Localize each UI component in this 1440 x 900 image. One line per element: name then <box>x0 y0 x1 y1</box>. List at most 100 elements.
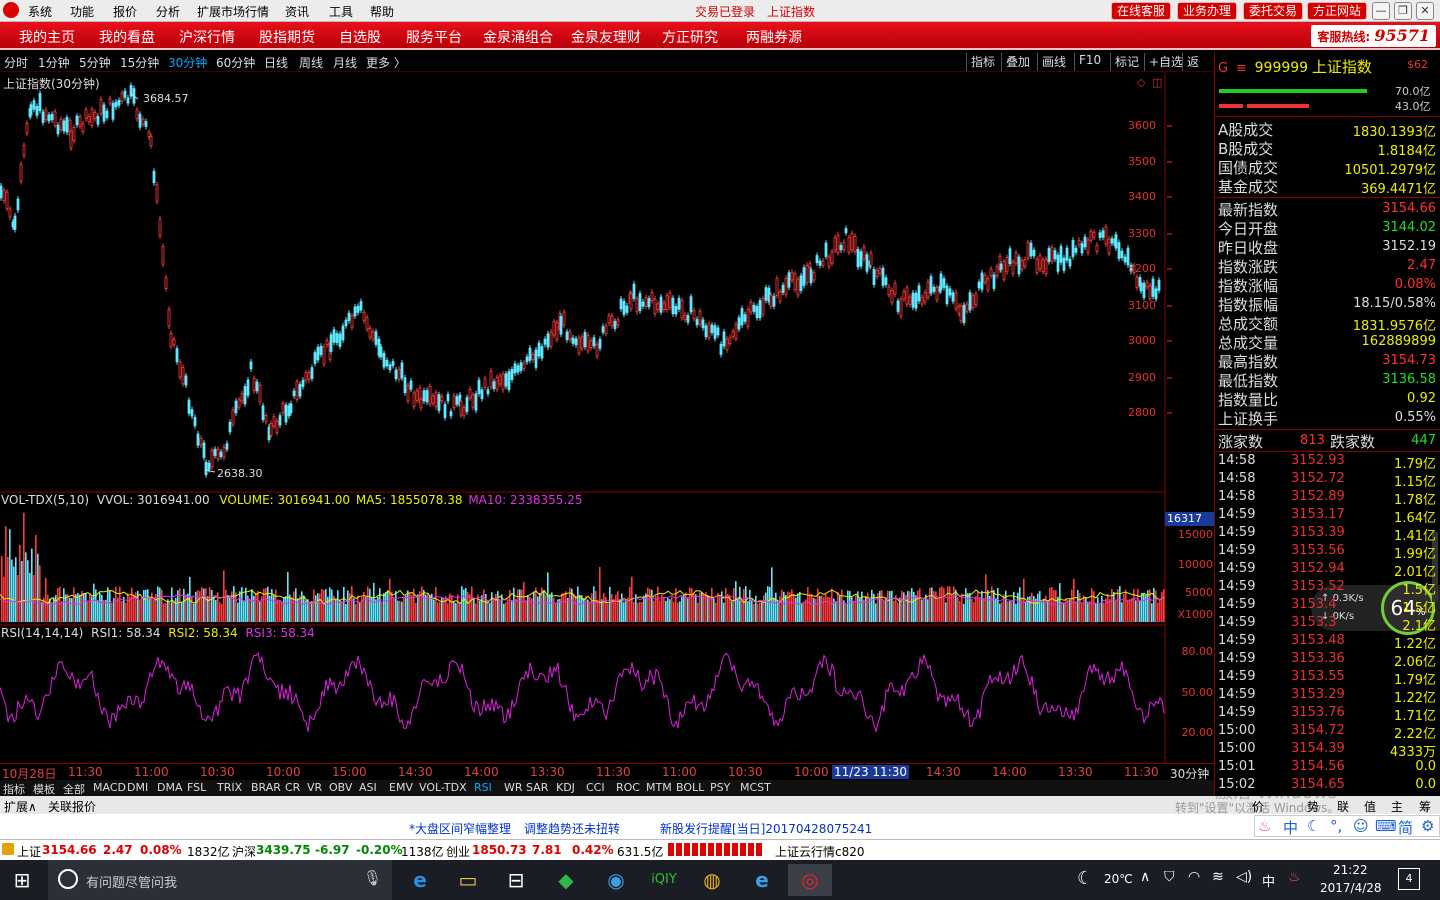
tool-f10[interactable]: F10 <box>1074 53 1105 71</box>
news-item[interactable]: 新股发行提醒[当日]20170428075241 <box>660 820 872 837</box>
diamond-icon[interactable]: ◇ <box>1137 76 1145 89</box>
indicator-tab[interactable]: 模板 <box>33 781 55 797</box>
file-explorer-icon[interactable]: ▭ <box>446 864 490 896</box>
related-quote-button[interactable]: 关联报价 <box>48 798 96 815</box>
clock-date[interactable]: 2017/4/28 <box>1320 881 1382 895</box>
sh-name[interactable]: 上证 <box>17 843 41 860</box>
notification-icon[interactable]: 4 <box>1398 868 1420 890</box>
nav-finance[interactable]: 金泉友理财 <box>571 27 641 47</box>
panel-toggle-icon[interactable]: ◫ <box>1152 76 1162 89</box>
blue-globe-icon[interactable]: ◉ <box>594 864 638 896</box>
rp-tab-main[interactable]: 主 <box>1391 798 1403 815</box>
indicator-tab[interactable]: VOL-TDX <box>419 781 467 794</box>
indicator-tab[interactable]: KDJ <box>556 781 575 794</box>
ime-sogou-icon[interactable]: ♨ <box>1288 869 1301 885</box>
nav-research[interactable]: 方正研究 <box>662 27 718 47</box>
period-week[interactable]: 周线 <box>299 54 323 71</box>
menu-lines-icon[interactable]: ≡ <box>1236 61 1247 76</box>
indicator-tab[interactable]: VR <box>307 781 322 794</box>
nav-margin[interactable]: 两融券源 <box>746 27 802 47</box>
founder-app-icon[interactable]: ◎ <box>788 864 832 896</box>
ime-moon-icon[interactable]: ☾ <box>1307 817 1320 835</box>
indicator-tab[interactable]: WR <box>504 781 523 794</box>
period-15min[interactable]: 15分钟 <box>120 54 159 71</box>
iqiyi-icon[interactable]: iQIY <box>642 864 686 896</box>
indicator-tab[interactable]: TRIX <box>217 781 242 794</box>
shield-icon[interactable]: ⛉ <box>1164 869 1175 885</box>
ime-settings-icon[interactable]: ⚙ <box>1421 817 1434 835</box>
tool-mark[interactable]: 标记 <box>1110 53 1143 71</box>
nav-watchlist[interactable]: 自选股 <box>339 27 381 47</box>
indicator-tab[interactable]: CR <box>285 781 300 794</box>
microphone-icon[interactable]: 🎙 <box>363 869 382 887</box>
cortana-search[interactable]: 有问题尽管问我 🎙 <box>48 860 392 900</box>
nav-my-board[interactable]: 我的看盘 <box>99 27 155 47</box>
period-month[interactable]: 月线 <box>333 54 357 71</box>
business-button[interactable]: 业务办理 <box>1177 2 1238 20</box>
indicator-tab[interactable]: DMI <box>127 781 148 794</box>
trade-button[interactable]: 委托交易 <box>1243 2 1304 20</box>
network-icon[interactable]: ≋ <box>1212 869 1224 885</box>
chart-area[interactable]: 上证指数(30分钟) 3684.57 2638.30 ◇ ◫ 3600 3500… <box>0 72 1214 780</box>
ime-punct-icon[interactable]: °, <box>1330 817 1342 835</box>
indicator-tab[interactable]: SAR <box>526 781 548 794</box>
indicator-tab[interactable]: PSY <box>710 781 730 794</box>
indicator-tab[interactable]: MTM <box>646 781 672 794</box>
rp-tab-price[interactable]: 价 <box>1252 798 1264 815</box>
close-icon[interactable]: ✕ <box>1416 2 1434 20</box>
wifi-icon[interactable]: ◠ <box>1188 869 1200 885</box>
rp-tab-trend[interactable]: 势 <box>1307 798 1319 815</box>
menu-function[interactable]: 功能 <box>70 3 94 20</box>
indicator-tab[interactable]: BOLL <box>676 781 704 794</box>
nav-service[interactable]: 服务平台 <box>406 27 462 47</box>
tool-draw[interactable]: 画线 <box>1037 53 1070 71</box>
ime-keyboard-icon[interactable]: ⌨ <box>1375 817 1397 835</box>
period-1min[interactable]: 1分钟 <box>38 54 70 71</box>
menu-tools[interactable]: 工具 <box>329 3 353 20</box>
ime-toolbar[interactable]: ♨ 中 ☾ °, ☺ ⌨ 简 ⚙ <box>1254 815 1440 837</box>
ime-indicator[interactable]: 中 <box>1262 871 1275 890</box>
indicator-tab[interactable]: EMV <box>389 781 413 794</box>
menu-system[interactable]: 系统 <box>28 3 52 20</box>
tray-chevron-icon[interactable]: ∧ <box>1140 869 1150 885</box>
indicator-tab[interactable]: FSL <box>187 781 206 794</box>
expand-button[interactable]: 扩展∧ <box>4 798 37 815</box>
cy-name[interactable]: 创业 <box>446 843 470 860</box>
indicator-tab[interactable]: OBV <box>329 781 352 794</box>
tool-indicator[interactable]: 指标 <box>966 53 999 71</box>
menu-ext-market[interactable]: 扩展市场行情 <box>197 3 269 20</box>
nav-market[interactable]: 沪深行情 <box>179 27 235 47</box>
indicator-tab[interactable]: RSI <box>474 781 492 794</box>
ime-emoji-icon[interactable]: ☺ <box>1353 817 1369 835</box>
ime-chinese-mode[interactable]: 中 <box>1283 817 1298 838</box>
indicator-tab[interactable]: DMA <box>157 781 183 794</box>
tool-back[interactable]: 返回 <box>1182 53 1214 86</box>
clock-time[interactable]: 21:22 <box>1333 863 1368 877</box>
main-chart[interactable] <box>0 72 1214 763</box>
minimize-icon[interactable]: — <box>1372 2 1390 20</box>
store-icon[interactable]: ⊟ <box>494 864 538 896</box>
period-5min[interactable]: 5分钟 <box>79 54 111 71</box>
nav-futures[interactable]: 股指期货 <box>259 27 315 47</box>
indicator-tab[interactable]: BRAR <box>251 781 281 794</box>
website-button[interactable]: 方正网站 <box>1307 2 1368 20</box>
nav-portfolio[interactable]: 金泉涌组合 <box>483 27 553 47</box>
menu-info[interactable]: 资讯 <box>285 3 309 20</box>
windows-start-icon[interactable]: ⊞ <box>0 864 44 896</box>
indicator-tab[interactable]: CCI <box>586 781 605 794</box>
hs-name[interactable]: 沪深 <box>232 843 256 860</box>
menu-analysis[interactable]: 分析 <box>156 3 180 20</box>
online-service-button[interactable]: 在线客服 <box>1111 2 1172 20</box>
rp-tab-chip[interactable]: 筹 <box>1419 798 1431 815</box>
news-item[interactable]: 调整趋势还未扭转 <box>524 820 620 837</box>
indicator-tab[interactable]: 全部 <box>63 781 85 797</box>
chrome-icon[interactable]: ◍ <box>690 864 734 896</box>
menu-quote[interactable]: 报价 <box>113 3 137 20</box>
green-app-icon[interactable]: ◆ <box>544 864 588 896</box>
ime-simplified-mode[interactable]: 简 <box>1398 817 1413 838</box>
edge-icon[interactable]: e <box>398 864 442 896</box>
tool-overlay[interactable]: 叠加 <box>1001 53 1034 71</box>
ie-icon[interactable]: e <box>740 864 784 896</box>
period-30min[interactable]: 30分钟 <box>168 54 207 71</box>
restore-icon[interactable]: ❐ <box>1394 2 1412 20</box>
